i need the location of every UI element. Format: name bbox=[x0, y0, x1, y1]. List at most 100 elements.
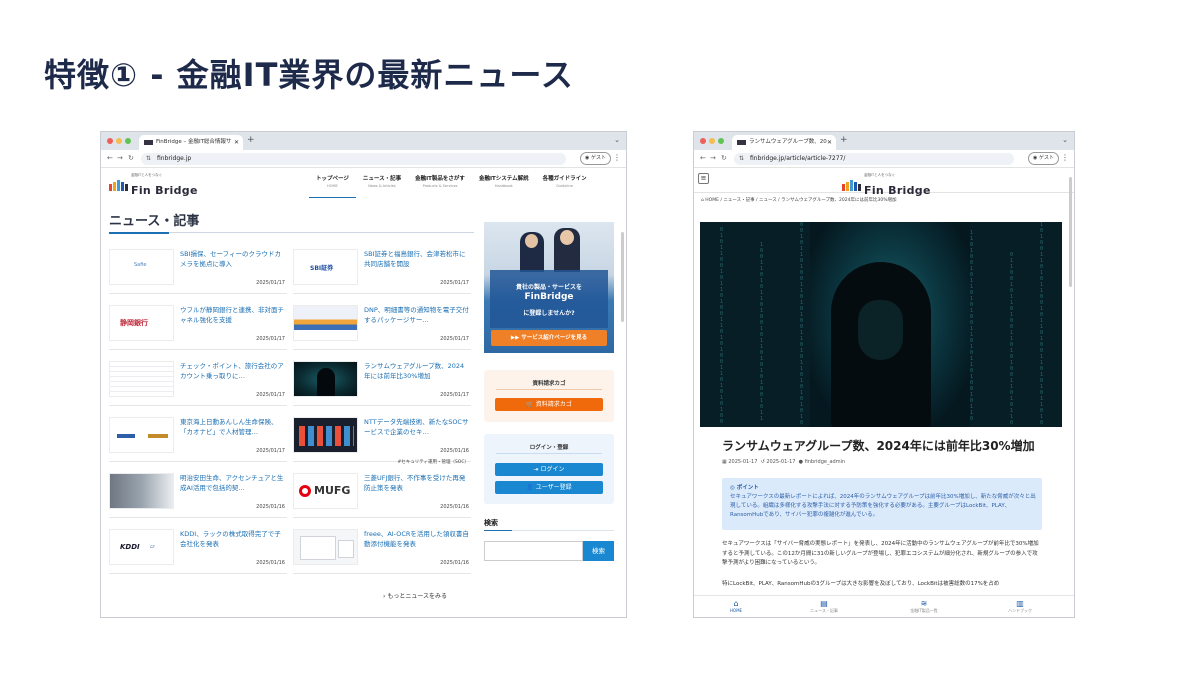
search-button[interactable]: 検索 bbox=[583, 541, 614, 561]
section-divider bbox=[109, 231, 474, 234]
scrollbar[interactable] bbox=[621, 232, 624, 322]
news-title[interactable]: freee、AI-OCRを活用した領収書自動添付機能を発表 bbox=[364, 529, 470, 551]
browser-tab[interactable]: ランサムウェアグループ数、20 ✕ bbox=[732, 135, 836, 150]
search-input[interactable] bbox=[484, 541, 583, 561]
logo-mark-icon bbox=[109, 180, 128, 191]
thumb-label: MUFG bbox=[314, 484, 351, 497]
code-rain: 1 0 1 0 0 1 1 0 1 0 1 1 0 0 1 0 1 1 0 1 … bbox=[1040, 222, 1044, 426]
news-title[interactable]: KDDI、ラックの株式取得完了で子会社化を発表 bbox=[180, 529, 286, 551]
site-settings-icon[interactable]: ⇅ bbox=[739, 153, 744, 165]
login-box: ログイン・登録 ⇥ ログイン 👤 ユーザー登録 bbox=[484, 434, 614, 504]
new-tab-icon[interactable]: + bbox=[840, 135, 848, 145]
news-title[interactable]: 三菱UFJ銀行、不作事を受けた再発防止策を発表 bbox=[364, 473, 470, 495]
nav-home[interactable]: トップページ HOME bbox=[309, 176, 356, 198]
news-title[interactable]: SBI証券と福島銀行、会津若松市に共同店舗を開設 bbox=[364, 249, 470, 271]
promo-banner[interactable]: 貴社の製品・サービスを FinBridge に登録しませんか? ▶▶ サービス紹… bbox=[484, 222, 614, 353]
service-page-button[interactable]: ▶▶ サービス紹介ページを見る bbox=[491, 330, 607, 346]
request-cart-box: 資料請求カゴ 🛒 資料請求カゴ bbox=[484, 370, 614, 422]
thumb-label: KDDI bbox=[120, 543, 140, 551]
chevron-down-icon[interactable]: ⌄ bbox=[614, 136, 620, 144]
window-controls[interactable] bbox=[107, 138, 131, 144]
profile-button[interactable]: ◉ ゲスト bbox=[1028, 152, 1059, 165]
bottom-nav-news[interactable]: ▤ ニュース・記事 bbox=[794, 599, 854, 614]
thumbnail: KDDI ▱ bbox=[109, 529, 174, 565]
profile-button[interactable]: ◉ ゲスト bbox=[580, 152, 611, 165]
news-card[interactable]: MUFG 三菱UFJ銀行、不作事を受けた再発防止策を発表 2025/01/16 bbox=[293, 466, 471, 518]
receipt-icon bbox=[338, 540, 354, 558]
news-card[interactable]: DNP、明細書等の通知物を電子交付するパッケージサー… 2025/01/17 bbox=[293, 298, 471, 350]
chevron-down-icon[interactable]: ⌄ bbox=[1062, 136, 1068, 144]
thumbnail bbox=[293, 529, 358, 565]
news-card[interactable]: チェック・ポイント、旅行会社のアカウント乗っ取りに… 2025/01/17 bbox=[109, 354, 287, 406]
breadcrumb-text: HOME / ニュース・記事 / ニュース / ランサムウェアグループ数、202… bbox=[705, 198, 897, 203]
menu-icon[interactable]: ⋮ bbox=[1061, 153, 1069, 162]
news-title[interactable]: 明治安田生命、アクセンチュアと生成AI活用で包括的契… bbox=[180, 473, 286, 495]
news-card[interactable]: 静岡銀行 ウフルが静岡銀行と連携、非対面チャネル強化を支援 2025/01/17 bbox=[109, 298, 287, 350]
news-icon: ▤ bbox=[820, 599, 828, 608]
browser-tab[interactable]: FinBridge – 金融IT総合情報サ ✕ bbox=[139, 135, 243, 150]
reload-icon[interactable]: ↻ bbox=[128, 154, 134, 162]
nav-products[interactable]: 金融IT製品をさがす Products & Services bbox=[408, 176, 472, 198]
news-card[interactable]: ランサムウェアグループ数、2024年には前年比30%増加 2025/01/17 bbox=[293, 354, 471, 406]
breadcrumb[interactable]: ⌂ HOME / ニュース・記事 / ニュース / ランサムウェアグループ数、2… bbox=[701, 197, 897, 203]
nav-guideline[interactable]: 各種ガイドライン Guideline bbox=[536, 176, 594, 198]
news-tag[interactable]: #セキュリティ運用・管理（SOC） bbox=[397, 459, 469, 465]
more-news-link[interactable]: › もっとニュースをみる bbox=[383, 591, 447, 600]
news-title[interactable]: SBI損保、セーフィーのクラウドカメラを拠点に導入 bbox=[180, 249, 286, 271]
layers-icon: ≋ bbox=[920, 599, 928, 608]
bottom-nav: ⌂ HOME ▤ ニュース・記事 ≋ 金融IT製品一覧 ▥ ハンドブック bbox=[694, 595, 1074, 617]
screenshot-icon bbox=[300, 536, 336, 560]
register-button[interactable]: 👤 ユーザー登録 bbox=[495, 481, 603, 494]
search-divider bbox=[484, 530, 614, 531]
news-date: 2025/01/17 bbox=[440, 336, 469, 342]
news-title[interactable]: NTTデータ先端技術、新たなSOCサービスで企業のセキ… bbox=[364, 417, 470, 439]
nav-news[interactable]: ニュース・記事 News & Articles bbox=[356, 176, 408, 198]
bottom-nav-home[interactable]: ⌂ HOME bbox=[706, 599, 766, 613]
window-controls[interactable] bbox=[700, 138, 724, 144]
new-tab-icon[interactable]: + bbox=[247, 135, 255, 145]
news-title[interactable]: DNP、明細書等の通知物を電子交付するパッケージサー… bbox=[364, 305, 470, 327]
news-date: 2025/01/16 bbox=[440, 560, 469, 566]
bottom-nav-products[interactable]: ≋ 金融IT製品一覧 bbox=[894, 599, 954, 614]
news-card[interactable]: Safie SBI損保、セーフィーのクラウドカメラを拠点に導入 2025/01/… bbox=[109, 242, 287, 294]
site-settings-icon[interactable]: ⇅ bbox=[146, 153, 151, 165]
close-tab-icon[interactable]: ✕ bbox=[234, 135, 239, 150]
code-rain: 0 1 1 0 0 1 0 1 1 0 1 0 0 1 1 0 1 0 1 0 … bbox=[1010, 252, 1014, 426]
news-card[interactable]: freee、AI-OCRを活用した領収書自動添付機能を発表 2025/01/16 bbox=[293, 522, 471, 574]
news-title[interactable]: チェック・ポイント、旅行会社のアカウント乗っ取りに… bbox=[180, 361, 286, 383]
nav-label: トップページ bbox=[316, 176, 349, 182]
cart-button[interactable]: 🛒 資料請求カゴ bbox=[495, 398, 603, 411]
bottom-nav-handbook[interactable]: ▥ ハンドブック bbox=[990, 599, 1050, 614]
reload-icon[interactable]: ↻ bbox=[721, 154, 727, 162]
site-header: ≡ 金融ITと人をつなぐ Fin Bridge bbox=[694, 168, 1074, 197]
news-title[interactable]: ウフルが静岡銀行と連携、非対面チャネル強化を支援 bbox=[180, 305, 286, 327]
close-tab-icon[interactable]: ✕ bbox=[827, 135, 832, 150]
login-button[interactable]: ⇥ ログイン bbox=[495, 463, 603, 476]
hamburger-menu-icon[interactable]: ≡ bbox=[698, 173, 709, 184]
news-card[interactable]: NTTデータ先端技術、新たなSOCサービスで企業のセキ… 2025/01/16 … bbox=[293, 410, 471, 465]
updated-date: 2025-01-17 bbox=[766, 459, 796, 465]
site-logo[interactable]: 金融ITと人をつなぐ Fin Bridge bbox=[109, 173, 198, 198]
news-card[interactable]: SBI証券 SBI証券と福島銀行、会津若松市に共同店舗を開設 2025/01/1… bbox=[293, 242, 471, 294]
news-card[interactable]: 東京海上日動あんしん生命保険、「カオナビ」で人材管理… 2025/01/17 bbox=[109, 410, 287, 462]
back-icon[interactable]: ← bbox=[107, 154, 113, 162]
thumbnail bbox=[293, 305, 358, 341]
forward-icon[interactable]: → bbox=[117, 154, 123, 162]
news-card[interactable]: 明治安田生命、アクセンチュアと生成AI活用で包括的契… 2025/01/16 bbox=[109, 466, 287, 518]
menu-icon[interactable]: ⋮ bbox=[613, 153, 621, 162]
nav-handbook[interactable]: 金融ITシステム解説 Handbook bbox=[472, 176, 536, 198]
url-field[interactable]: ⇅ finbridge.jp bbox=[141, 153, 566, 165]
news-title[interactable]: 東京海上日動あんしん生命保険、「カオナビ」で人材管理… bbox=[180, 417, 286, 439]
scrollbar[interactable] bbox=[1069, 177, 1072, 287]
site-logo[interactable]: 金融ITと人をつなぐ Fin Bridge bbox=[842, 173, 931, 198]
thumbnail bbox=[109, 417, 174, 453]
news-card[interactable]: KDDI ▱ KDDI、ラックの株式取得完了で子会社化を発表 2025/01/1… bbox=[109, 522, 287, 574]
forward-icon[interactable]: → bbox=[710, 154, 716, 162]
point-body: セキュアワークスの最新レポートによれば、2024年のランサムウェアグループは前年… bbox=[730, 494, 1036, 518]
back-icon[interactable]: ← bbox=[700, 154, 706, 162]
nav-label: 金融ITシステム解説 bbox=[478, 176, 529, 182]
history-icon: ↺ bbox=[760, 459, 765, 465]
url-field[interactable]: ⇅ finbridge.jp/article/article-7277/ bbox=[734, 153, 1014, 165]
browser-window-article: ランサムウェアグループ数、20 ✕ + ⌄ ← → ↻ ⇅ finbridge.… bbox=[693, 131, 1075, 618]
news-title[interactable]: ランサムウェアグループ数、2024年には前年比30%増加 bbox=[364, 361, 470, 383]
